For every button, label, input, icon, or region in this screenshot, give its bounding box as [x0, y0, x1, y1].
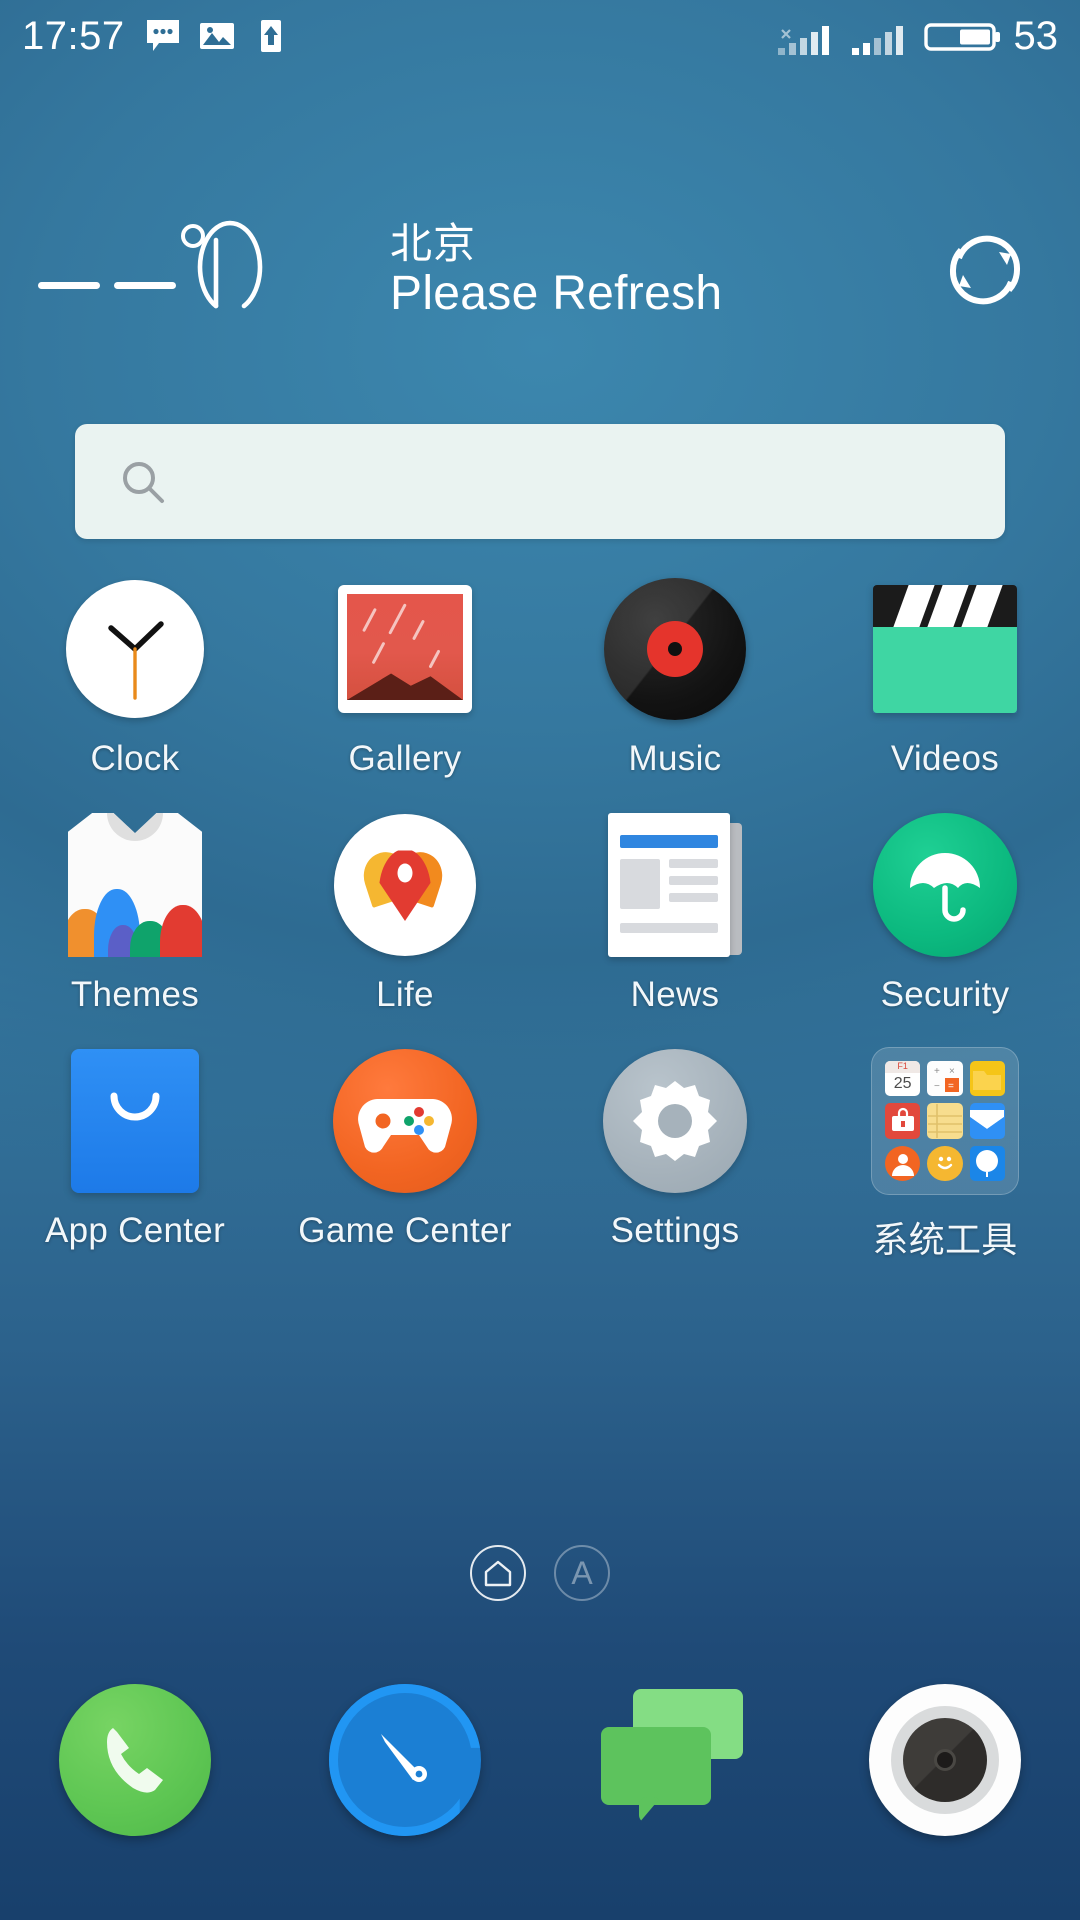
svg-text:=: =: [948, 1081, 954, 1092]
dock-item-messages[interactable]: [540, 1650, 810, 1870]
app-label: Settings: [610, 1211, 740, 1250]
dock-item-camera[interactable]: [810, 1650, 1080, 1870]
weather-temperature-group: [0, 210, 300, 330]
upload-icon: [260, 20, 281, 52]
weather-refresh-button[interactable]: [890, 224, 1080, 316]
life-icon: [331, 811, 479, 959]
app-item-life[interactable]: Life: [270, 811, 540, 1047]
svg-text:+: +: [934, 1066, 940, 1077]
app-label: Gallery: [348, 739, 462, 778]
app-label: App Center: [44, 1211, 226, 1250]
app-item-themes[interactable]: Themes: [0, 811, 270, 1047]
messages-icon: [599, 1685, 751, 1835]
sms-icon: [146, 20, 179, 51]
status-bar-left: 17:57: [22, 16, 291, 56]
app-item-system-tools-folder[interactable]: F1 25 + × − = 系统工具: [810, 1047, 1080, 1283]
app-label: Music: [628, 739, 722, 778]
weather-balloon-icon: [969, 1145, 1005, 1181]
svg-text:×: ×: [949, 1066, 955, 1077]
dock-item-phone[interactable]: [0, 1650, 270, 1870]
app-label: Clock: [90, 739, 180, 778]
weather-status: Please Refresh: [390, 266, 723, 320]
clock-icon: [61, 575, 209, 723]
search-bar[interactable]: [75, 424, 1005, 539]
notes-icon: [927, 1103, 963, 1139]
dock-item-browser[interactable]: [270, 1650, 540, 1870]
contacts-icon: [885, 1145, 921, 1181]
weather-city: 北京: [390, 218, 477, 268]
home-icon: [484, 1560, 512, 1587]
toolbox-icon: [885, 1103, 921, 1139]
app-item-music[interactable]: Music: [540, 575, 810, 811]
dock: [0, 1650, 1080, 1870]
app-label: Videos: [890, 739, 1000, 778]
app-item-security[interactable]: Security: [810, 811, 1080, 1047]
app-row: Clock Gallery Music Videos: [0, 575, 1080, 811]
settings-icon: [601, 1047, 749, 1195]
emoji-icon: [927, 1145, 963, 1181]
music-icon: [601, 575, 749, 723]
calendar-icon: F1 25: [885, 1061, 921, 1097]
page-dot-home[interactable]: [470, 1545, 526, 1601]
gallery-icon: [331, 575, 479, 723]
image-icon: [199, 23, 234, 49]
weather-text-group: 北京 Please Refresh: [300, 220, 890, 321]
calculator-icon: + × − =: [927, 1061, 963, 1097]
app-row: Themes Life News Security: [0, 811, 1080, 1047]
email-icon: [969, 1103, 1005, 1139]
battery-percentage: 53: [1013, 14, 1059, 58]
news-icon: [601, 811, 749, 959]
security-icon: [871, 811, 1019, 959]
app-item-clock[interactable]: Clock: [0, 575, 270, 811]
status-bar[interactable]: 17:57 53: [0, 0, 1080, 72]
app-item-app-center[interactable]: App Center: [0, 1047, 270, 1283]
signal-bars-no-service-icon: [777, 26, 829, 55]
videos-icon: [871, 575, 1019, 723]
page-indicator: A: [0, 1545, 1080, 1601]
phone-icon: [59, 1684, 211, 1836]
svg-text:−: −: [934, 1081, 940, 1092]
app-item-news[interactable]: News: [540, 811, 810, 1047]
search-icon: [123, 461, 164, 503]
app-center-icon: [61, 1047, 209, 1195]
page-dot-all-apps[interactable]: A: [554, 1545, 610, 1601]
temperature-dashes-degree-icon: [38, 220, 263, 309]
app-label: Game Center: [298, 1211, 512, 1250]
status-bar-right: 53: [776, 14, 1059, 58]
app-label: 系统工具: [872, 1220, 1018, 1261]
camera-icon: [869, 1684, 1021, 1836]
signal-bars-icon: [851, 26, 903, 55]
themes-icon: [61, 811, 209, 959]
browser-compass-icon: [329, 1684, 481, 1836]
app-item-settings[interactable]: Settings: [540, 1047, 810, 1283]
refresh-icon: [949, 235, 1021, 305]
app-item-game-center[interactable]: Game Center: [270, 1047, 540, 1283]
app-label: Themes: [70, 975, 200, 1014]
folder-icon: F1 25 + × − =: [871, 1047, 1019, 1195]
status-bar-clock: 17:57: [22, 14, 125, 58]
app-grid: Clock Gallery Music Videos Themes Life N…: [0, 575, 1080, 1283]
app-label: News: [630, 975, 720, 1014]
app-item-videos[interactable]: Videos: [810, 575, 1080, 811]
app-row: App Center Game Center Settings F1 25 + …: [0, 1047, 1080, 1283]
battery-icon: [923, 23, 1000, 51]
file-manager-icon: [969, 1061, 1005, 1097]
weather-widget[interactable]: 北京 Please Refresh: [0, 205, 1080, 335]
app-label: Life: [376, 975, 434, 1014]
app-label: Security: [880, 975, 1010, 1014]
app-item-gallery[interactable]: Gallery: [270, 575, 540, 811]
game-center-icon: [331, 1047, 479, 1195]
